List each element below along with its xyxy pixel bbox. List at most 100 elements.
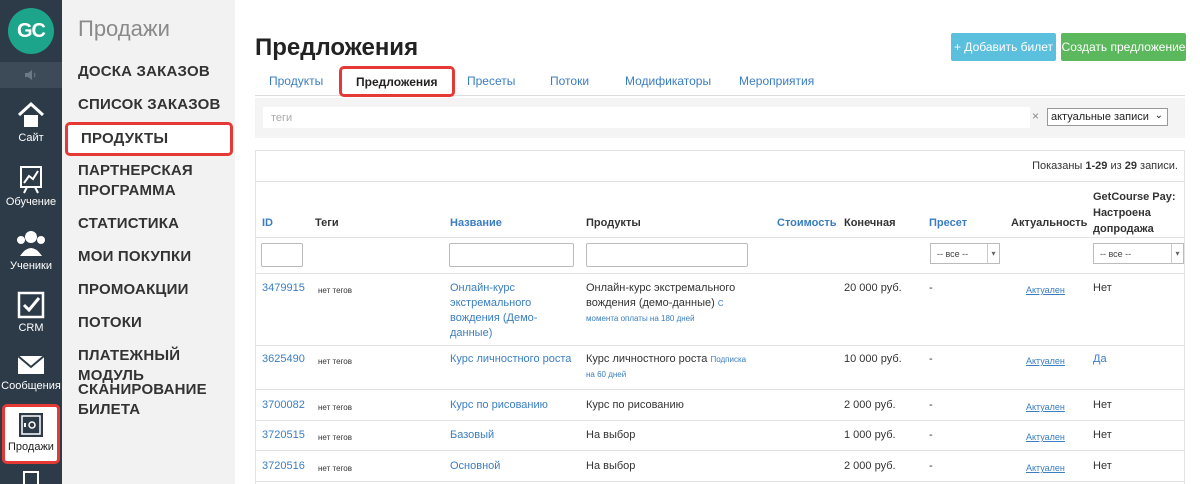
- tab-products[interactable]: Продукты: [269, 74, 323, 88]
- divider: [256, 481, 1184, 482]
- offer-products: На выбор: [586, 460, 636, 472]
- clear-tags-button[interactable]: ×: [1032, 109, 1039, 123]
- rail-item-more[interactable]: [0, 468, 62, 484]
- offer-products: На выбор: [586, 429, 636, 441]
- app-rail: GC Сайт Обучение Ученики CRM Сообщения П…: [0, 0, 62, 484]
- chevron-down-icon: ▾: [987, 244, 999, 263]
- records-count: Показаны 1-29 из 29 записи.: [1032, 160, 1178, 172]
- rail-item-education[interactable]: Обучение: [0, 164, 62, 228]
- home-icon: [17, 101, 45, 127]
- submenu-item-promotions[interactable]: ПРОМОАКЦИИ: [78, 280, 238, 300]
- divider: [256, 389, 1184, 390]
- rail-label: Сайт: [18, 132, 44, 144]
- tab-offers[interactable]: Предложения: [339, 66, 455, 97]
- preset-filter-select[interactable]: -- все -- ▾: [930, 243, 1000, 264]
- submenu-title: Продажи: [78, 16, 170, 41]
- submenu-item-statistics[interactable]: СТАТИСТИКА: [78, 214, 238, 234]
- submenu-item-my-purchases[interactable]: МОИ ПОКУПКИ: [78, 247, 238, 267]
- tab-streams[interactable]: Потоки: [550, 74, 589, 88]
- sales-submenu: Продажи ДОСКА ЗАКАЗОВ СПИСОК ЗАКАЗОВ ПРО…: [62, 0, 235, 484]
- preset-filter-value: -- все --: [937, 248, 969, 259]
- submenu-item-orders-board[interactable]: ДОСКА ЗАКАЗОВ: [78, 62, 238, 82]
- column-header-products: Продукты: [586, 217, 641, 229]
- document-icon: [23, 471, 39, 484]
- offer-name-link[interactable]: Онлайн-курс экстремального вождения (Дем…: [450, 281, 560, 341]
- offer-actuality-link[interactable]: Актуален: [1026, 430, 1065, 445]
- speaker-icon: [25, 70, 36, 80]
- offer-final-price: 2 000 руб.: [844, 460, 896, 472]
- offer-products: Курс по рисованию: [586, 399, 684, 411]
- offer-products: Онлайн-курс экстремального вождения (дем…: [586, 282, 736, 323]
- offer-id-link[interactable]: 3700082: [262, 398, 305, 413]
- offer-name-link[interactable]: Курс личностного роста: [450, 352, 575, 367]
- offer-gcpay: Нет: [1093, 429, 1112, 441]
- products-filter-input[interactable]: [586, 243, 748, 267]
- name-filter-input[interactable]: [449, 243, 574, 267]
- rail-item-students[interactable]: Ученики: [0, 228, 62, 292]
- sound-toggle[interactable]: [0, 62, 62, 88]
- offer-preset: -: [929, 353, 933, 365]
- offer-final-price: 1 000 руб.: [844, 429, 896, 441]
- offer-id-link[interactable]: 3479915: [262, 281, 305, 296]
- checkbox-icon: [17, 291, 45, 319]
- submenu-item-streams[interactable]: ПОТОКИ: [78, 313, 238, 333]
- submenu-item-orders-list[interactable]: СПИСОК ЗАКАЗОВ: [78, 95, 238, 115]
- rail-item-sales[interactable]: Продажи: [2, 404, 60, 464]
- rail-label: Обучение: [5, 196, 57, 208]
- create-offer-button[interactable]: Создать предложение: [1061, 33, 1186, 61]
- rail-item-crm[interactable]: CRM: [0, 290, 62, 354]
- getcourse-logo[interactable]: GC: [8, 8, 54, 54]
- submenu-item-ticket-scan[interactable]: СКАНИРОВАНИЕ БИЛЕТА: [78, 380, 238, 420]
- offer-name-link[interactable]: Базовый: [450, 428, 494, 443]
- column-header-id[interactable]: ID: [262, 217, 273, 229]
- rail-label: Продажи: [8, 441, 54, 453]
- rail-label: Ученики: [9, 260, 52, 272]
- actuality-select[interactable]: актуальные записи ⌄: [1047, 108, 1168, 126]
- offer-id-link[interactable]: 3720515: [262, 428, 305, 443]
- column-header-price[interactable]: Стоимость: [777, 217, 837, 229]
- submenu-item-products[interactable]: ПРОДУКТЫ: [65, 122, 233, 156]
- users-icon: [17, 231, 45, 256]
- offer-tags: нет тегов: [318, 357, 352, 366]
- column-header-name[interactable]: Название: [450, 217, 502, 229]
- tags-filter-input[interactable]: теги: [263, 107, 1030, 128]
- offer-products: Курс личностного роста Подписка на 60 дн…: [586, 353, 747, 379]
- gcpay-filter-value: -- все --: [1100, 248, 1132, 259]
- offer-id-link[interactable]: 3625490: [262, 352, 305, 367]
- rail-label: Сообщения: [1, 380, 61, 392]
- tab-modifiers[interactable]: Модификаторы: [625, 74, 711, 88]
- safe-icon: [19, 413, 43, 437]
- offer-gcpay-link[interactable]: Да: [1093, 352, 1107, 367]
- offer-tags: нет тегов: [318, 403, 352, 412]
- divider: [256, 181, 1184, 182]
- main-content: Предложения + Добавить билет Создать пре…: [235, 0, 1200, 484]
- offer-actuality-link[interactable]: Актуален: [1026, 461, 1065, 476]
- column-header-preset[interactable]: Пресет: [929, 217, 967, 229]
- divider: [256, 420, 1184, 421]
- offer-name-link[interactable]: Основной: [450, 459, 500, 474]
- filter-bar: теги × актуальные записи ⌄: [255, 98, 1185, 138]
- offer-final-price: 2 000 руб.: [844, 399, 896, 411]
- offer-actuality-link[interactable]: Актуален: [1026, 354, 1065, 369]
- submenu-item-partner-program[interactable]: ПАРТНЕРСКАЯ ПРОГРАММА: [78, 161, 238, 201]
- offer-actuality-link[interactable]: Актуален: [1026, 283, 1065, 298]
- offer-actuality-link[interactable]: Актуален: [1026, 400, 1065, 415]
- column-header-gcpay: GetCourse Pay: Настроена допродажа: [1093, 191, 1176, 235]
- actuality-select-value: актуальные записи: [1051, 111, 1149, 123]
- tab-events[interactable]: Мероприятия: [739, 74, 814, 88]
- offers-table: Показаны 1-29 из 29 записи. ID Теги Назв…: [255, 150, 1185, 484]
- section-tabs: Продукты Предложения Пресеты Потоки Моди…: [255, 66, 1185, 97]
- tab-presets[interactable]: Пресеты: [467, 74, 515, 88]
- gcpay-filter-select[interactable]: -- все -- ▾: [1093, 243, 1184, 264]
- divider: [256, 273, 1184, 274]
- offer-name-link[interactable]: Курс по рисованию: [450, 398, 548, 413]
- offer-id-link[interactable]: 3720516: [262, 459, 305, 474]
- divider: [256, 345, 1184, 346]
- column-header-final-price: Конечная: [844, 217, 896, 229]
- rail-label: CRM: [18, 322, 44, 334]
- rail-item-site[interactable]: Сайт: [0, 100, 62, 164]
- offer-gcpay: Нет: [1093, 399, 1112, 411]
- envelope-icon: [17, 355, 45, 374]
- id-filter-input[interactable]: [261, 243, 303, 267]
- add-ticket-button[interactable]: + Добавить билет: [951, 33, 1056, 61]
